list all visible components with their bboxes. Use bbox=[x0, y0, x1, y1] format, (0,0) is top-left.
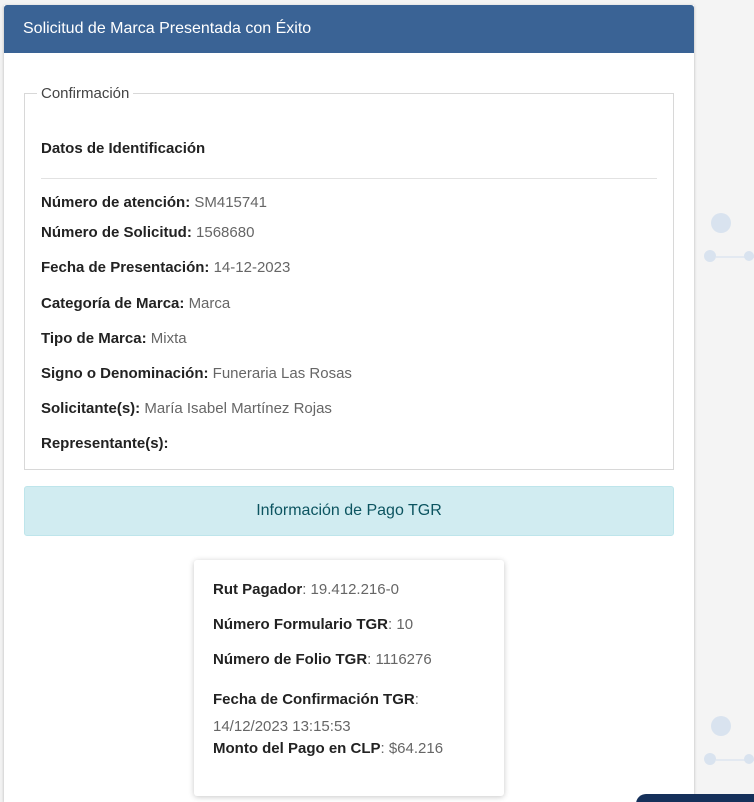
field-label: Número de Solicitud: bbox=[41, 224, 192, 241]
field-solicitantes: Solicitante(s): María Isabel Martínez Ro… bbox=[41, 400, 332, 417]
pay-field-rut: Rut Pagador: 19.412.216-0 bbox=[213, 581, 399, 598]
confirmation-fieldset: Confirmación Datos de Identificación Núm… bbox=[24, 85, 674, 470]
decor-dot bbox=[704, 753, 716, 765]
field-value: 10 bbox=[396, 616, 414, 633]
field-label: Representante(s): bbox=[41, 435, 169, 452]
field-value: SM415741 bbox=[194, 194, 267, 211]
field-value: 14/12/2023 13:15:53 bbox=[213, 718, 351, 735]
field-categoria-marca: Categoría de Marca: Marca bbox=[41, 295, 230, 312]
field-label: Fecha de Presentación: bbox=[41, 259, 210, 276]
field-tipo-marca: Tipo de Marca: Mixta bbox=[41, 330, 187, 347]
decor-dot bbox=[711, 213, 731, 233]
floating-button[interactable] bbox=[636, 794, 754, 802]
pay-field-folio: Número de Folio TGR: 1116276 bbox=[213, 651, 432, 668]
payment-details-card: Rut Pagador: 19.412.216-0 Número Formula… bbox=[194, 560, 504, 796]
field-label: Número Formulario TGR bbox=[213, 616, 389, 633]
divider bbox=[41, 178, 657, 179]
field-value: 19.412.216-0 bbox=[310, 581, 399, 598]
field-value: Mixta bbox=[150, 330, 187, 347]
payment-info-banner: Información de Pago TGR bbox=[24, 486, 674, 536]
field-label: Rut Pagador bbox=[213, 581, 303, 598]
pay-field-monto: Monto del Pago en CLP: $64.216 bbox=[213, 740, 444, 757]
pay-field-formulario: Número Formulario TGR: 10 bbox=[213, 616, 414, 633]
decor-dot bbox=[744, 251, 754, 261]
field-value: Funeraria Las Rosas bbox=[212, 365, 352, 382]
field-value: $64.216 bbox=[388, 740, 444, 757]
field-value: 14-12-2023 bbox=[213, 259, 291, 276]
decor-dot bbox=[711, 716, 731, 736]
field-label: Número de atención: bbox=[41, 194, 191, 211]
field-signo: Signo o Denominación: Funeraria Las Rosa… bbox=[41, 365, 352, 382]
section-title: Datos de Identificación bbox=[41, 140, 206, 157]
field-label: Categoría de Marca: bbox=[41, 295, 185, 312]
field-label: Fecha de Confirmación TGR bbox=[213, 691, 415, 708]
field-label: Signo o Denominación: bbox=[41, 365, 209, 382]
field-value: 1568680 bbox=[196, 224, 255, 241]
field-numero-solicitud: Número de Solicitud: 1568680 bbox=[41, 224, 254, 241]
field-value: 1116276 bbox=[375, 651, 432, 668]
confirmation-card: Solicitud de Marca Presentada con Éxito … bbox=[4, 5, 694, 802]
pay-field-fecha-confirmacion: Fecha de Confirmación TGR: 14/12/2023 13:… bbox=[213, 691, 419, 735]
field-value: María Isabel Martínez Rojas bbox=[144, 400, 332, 417]
field-label: Tipo de Marca: bbox=[41, 330, 147, 347]
decor-dot bbox=[744, 754, 754, 764]
background-decoration bbox=[694, 0, 754, 802]
confirmation-legend: Confirmación bbox=[41, 85, 130, 102]
field-label: Monto del Pago en CLP bbox=[213, 740, 381, 757]
field-label: Solicitante(s): bbox=[41, 400, 141, 417]
field-label: Número de Folio TGR bbox=[213, 651, 368, 668]
card-header: Solicitud de Marca Presentada con Éxito bbox=[4, 5, 694, 53]
field-value: Marca bbox=[188, 295, 231, 312]
field-numero-atencion: Número de atención: SM415741 bbox=[41, 194, 267, 211]
field-representantes: Representante(s): bbox=[41, 435, 169, 452]
field-fecha-presentacion: Fecha de Presentación: 14-12-2023 bbox=[41, 259, 290, 276]
decor-dot bbox=[704, 250, 716, 262]
